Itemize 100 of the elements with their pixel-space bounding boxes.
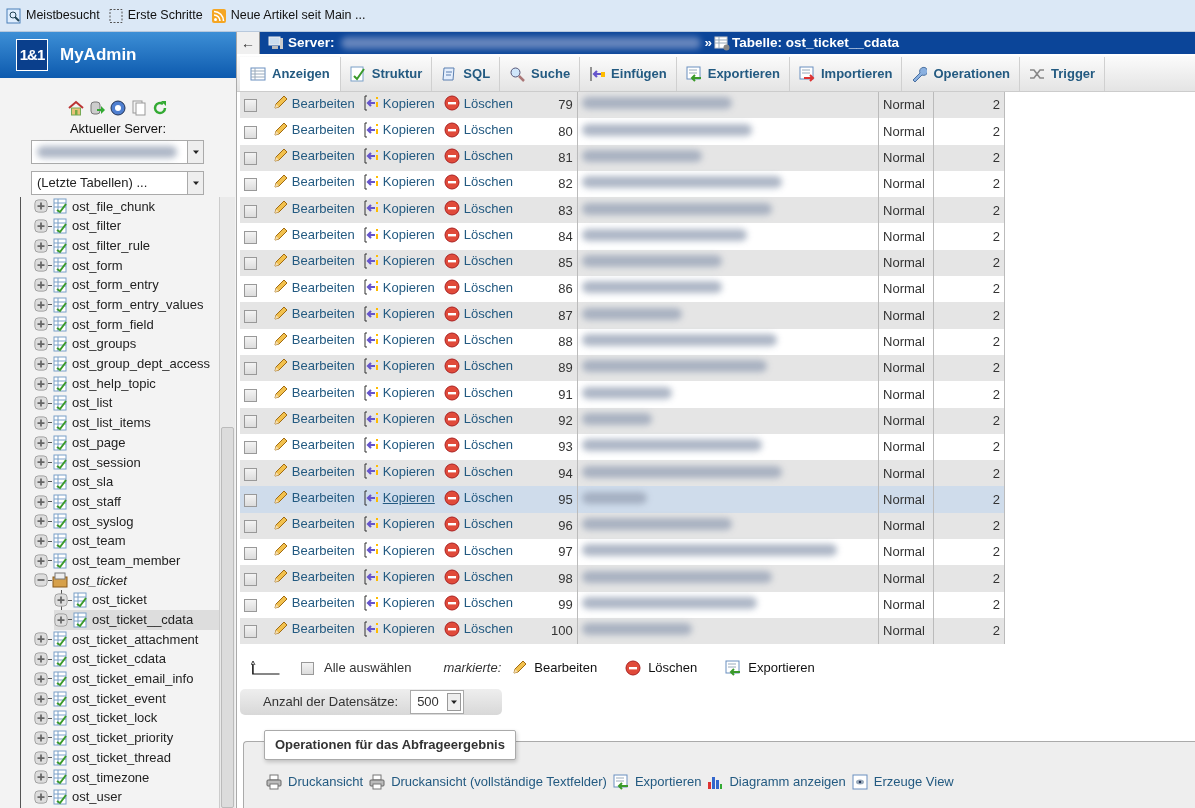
tab[interactable]: Anzeigen — [240, 57, 341, 91]
delete-link[interactable]: Löschen — [443, 619, 513, 639]
tab[interactable]: SQL — [432, 57, 501, 91]
tree-item[interactable]: ost_help_topic — [34, 373, 219, 394]
copy-link[interactable]: Kopieren — [362, 514, 435, 534]
delete-link[interactable]: Löschen — [443, 382, 513, 403]
tree-item[interactable]: ost_group_dept_access — [34, 354, 219, 374]
row-checkbox[interactable] — [244, 467, 257, 481]
bulk-action[interactable]: Löschen — [625, 658, 698, 678]
edit-link[interactable]: Bearbeiten — [271, 225, 355, 245]
edit-link[interactable]: Bearbeiten — [271, 119, 355, 140]
copy-link[interactable]: Kopieren — [362, 593, 435, 613]
tab[interactable]: Importieren — [789, 57, 903, 91]
row-checkbox[interactable] — [244, 204, 257, 218]
select-all-label[interactable]: Alle auswählen — [324, 658, 412, 678]
reload-icon[interactable] — [152, 100, 168, 116]
copy-link[interactable]: Kopieren — [362, 619, 435, 639]
tree-item[interactable]: ost_form — [34, 255, 219, 276]
edit-link[interactable]: Bearbeiten — [271, 514, 355, 534]
edit-link[interactable]: Bearbeiten — [271, 172, 355, 192]
row-checkbox[interactable] — [244, 546, 257, 560]
row-checkbox[interactable] — [244, 178, 257, 192]
documents-icon[interactable] — [131, 100, 147, 116]
bookmark[interactable]: Erste Schritte — [107, 6, 203, 25]
delete-link[interactable]: Löschen — [443, 146, 513, 166]
edit-link[interactable]: Bearbeiten — [271, 540, 355, 561]
row-checkbox[interactable] — [244, 441, 257, 455]
operation-link[interactable]: Erzeuge View — [851, 772, 954, 792]
copy-link[interactable]: Kopieren — [362, 566, 435, 587]
edit-link[interactable]: Bearbeiten — [271, 409, 355, 429]
database-arrow-icon[interactable] — [89, 100, 105, 116]
tree-item[interactable]: ost_sla — [34, 472, 219, 492]
tab[interactable]: Struktur — [340, 57, 433, 91]
edit-link[interactable]: Bearbeiten — [271, 93, 355, 113]
copy-link[interactable]: Kopieren — [362, 119, 435, 140]
row-checkbox[interactable] — [244, 493, 257, 507]
tree-item[interactable]: ost_form_field — [34, 314, 219, 335]
edit-link[interactable]: Bearbeiten — [271, 619, 355, 639]
tree-item[interactable]: ost_ticket_email_info — [34, 669, 219, 689]
tree-item[interactable]: ost_ticket — [54, 590, 219, 610]
edit-link[interactable]: Bearbeiten — [271, 566, 355, 587]
row-checkbox[interactable] — [244, 230, 257, 244]
row-checkbox[interactable] — [244, 283, 257, 297]
delete-link[interactable]: Löschen — [443, 119, 513, 140]
edit-link[interactable]: Bearbeiten — [271, 303, 355, 324]
tree-item[interactable]: ost_form_entry_values — [34, 294, 219, 315]
copy-link[interactable]: Kopieren — [362, 225, 435, 245]
tree-item[interactable]: ost_ticket_priority — [34, 728, 219, 748]
tree-item[interactable]: ost_file_chunk — [34, 196, 219, 217]
tab[interactable]: Suche — [500, 57, 581, 91]
row-checkbox[interactable] — [244, 152, 257, 166]
delete-link[interactable]: Löschen — [443, 93, 513, 113]
edit-link[interactable]: Bearbeiten — [271, 251, 355, 271]
tree-item[interactable]: ost_ticket_cdata — [34, 649, 219, 669]
edit-link[interactable]: Bearbeiten — [271, 146, 355, 166]
edit-link[interactable]: Bearbeiten — [271, 461, 355, 482]
copy-link[interactable]: Kopieren — [362, 435, 435, 455]
tab[interactable]: Exportieren — [676, 57, 790, 91]
edit-link[interactable]: Bearbeiten — [271, 435, 355, 455]
edit-link[interactable]: Bearbeiten — [271, 356, 355, 376]
tab[interactable]: Operationen — [902, 57, 1021, 91]
tree-item[interactable]: ost_ticket_thread — [34, 747, 219, 768]
tree-item[interactable]: ost_filter — [34, 216, 219, 236]
copy-link[interactable]: Kopieren — [362, 172, 435, 192]
delete-link[interactable]: Löschen — [443, 566, 513, 587]
copy-link[interactable]: Kopieren — [362, 330, 435, 350]
delete-link[interactable]: Löschen — [443, 172, 513, 192]
delete-link[interactable]: Löschen — [443, 461, 513, 482]
row-checkbox[interactable] — [244, 257, 257, 271]
copy-link[interactable]: Kopieren — [362, 146, 435, 166]
help-icon[interactable] — [110, 100, 126, 116]
delete-link[interactable]: Löschen — [443, 330, 513, 350]
copy-link[interactable]: Kopieren — [362, 93, 435, 113]
tree-item[interactable]: ost_team — [34, 531, 219, 551]
copy-link[interactable]: Kopieren — [362, 303, 435, 324]
tree-item[interactable]: ost_user — [34, 787, 219, 807]
row-checkbox[interactable] — [244, 125, 257, 139]
delete-link[interactable]: Löschen — [443, 198, 513, 219]
delete-link[interactable]: Löschen — [443, 514, 513, 534]
copy-link[interactable]: Kopieren — [362, 198, 435, 219]
tree-item[interactable]: ost_ticket_event — [34, 688, 219, 709]
tree-item[interactable]: ost_team_member — [34, 550, 219, 571]
delete-link[interactable]: Löschen — [443, 593, 513, 613]
delete-link[interactable]: Löschen — [443, 540, 513, 561]
bulk-action[interactable]: Bearbeiten — [511, 658, 598, 678]
copy-link[interactable]: Kopieren — [362, 277, 435, 298]
tree-item[interactable]: ost_form_entry — [34, 275, 219, 295]
copy-link[interactable]: Kopieren — [362, 540, 435, 561]
tree-item[interactable]: ost_ticket_attachment — [34, 629, 219, 650]
delete-link[interactable]: Löschen — [443, 356, 513, 376]
tree-item[interactable]: ost_ticket_lock — [34, 708, 219, 729]
tree-item[interactable]: ost_filter_rule — [34, 235, 219, 256]
row-checkbox[interactable] — [244, 572, 257, 586]
edit-link[interactable]: Bearbeiten — [271, 277, 355, 298]
operation-link[interactable]: Diagramm anzeigen — [707, 772, 846, 792]
bookmark[interactable]: Meistbesucht — [6, 6, 100, 25]
edit-link[interactable]: Bearbeiten — [271, 198, 355, 219]
tree-item[interactable]: ost_ticket__cdata — [54, 609, 219, 630]
copy-link[interactable]: Kopieren — [362, 409, 435, 429]
row-checkbox[interactable] — [244, 599, 257, 613]
